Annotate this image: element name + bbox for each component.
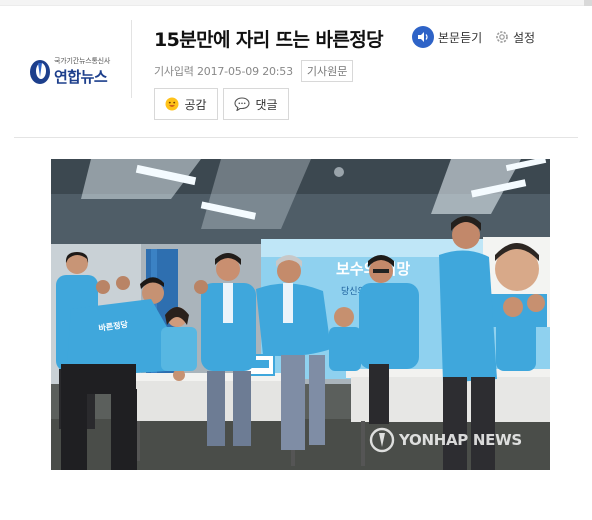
scrollbar-thumb[interactable] xyxy=(584,0,592,6)
gear-icon xyxy=(496,31,508,43)
comment-label: 댓글 xyxy=(255,97,278,112)
yonhap-logo-icon xyxy=(30,60,50,84)
speaker-icon xyxy=(412,26,434,48)
settings-label: 설정 xyxy=(513,30,536,45)
article-header: 국가기간뉴스통신사 연합뉴스 15분만에 자리 뜨는 바른정당 본문듣기 설정 … xyxy=(14,6,578,138)
original-article-link[interactable]: 기사원문 xyxy=(300,60,354,82)
smile-emoji-icon xyxy=(165,97,179,111)
photo-scene: 보수의 희망 당신의 능력을 … 바른정당 xyxy=(51,159,550,470)
settings-button[interactable]: 설정 xyxy=(494,27,535,47)
yonhap-watermark-icon xyxy=(369,427,395,453)
listen-label: 본문듣기 xyxy=(438,30,483,45)
comment-bubble-icon xyxy=(234,97,251,111)
article-title: 15분만에 자리 뜨는 바른정당 xyxy=(154,29,384,51)
like-button[interactable]: 공감 xyxy=(154,88,218,120)
article-meta: 기사입력 2017-05-09 20:53 기사원문 xyxy=(154,60,354,82)
press-logo-subtitle: 국가기간뉴스통신사 xyxy=(54,57,111,65)
header-divider xyxy=(131,20,132,98)
article-date: 기사입력 2017-05-09 20:53 xyxy=(154,65,293,78)
comment-button[interactable]: 댓글 xyxy=(223,88,289,120)
listen-button[interactable]: 본문듣기 xyxy=(412,26,482,48)
article-photo[interactable]: 보수의 희망 당신의 능력을 … 바른정당 xyxy=(51,159,550,470)
photo-watermark: YONHAP NEWS xyxy=(369,427,522,453)
press-logo-name: 연합뉴스 xyxy=(54,68,108,86)
watermark-text: YONHAP NEWS xyxy=(399,431,522,449)
press-logo[interactable]: 국가기간뉴스통신사 연합뉴스 xyxy=(28,56,124,92)
like-label: 공감 xyxy=(184,97,207,112)
